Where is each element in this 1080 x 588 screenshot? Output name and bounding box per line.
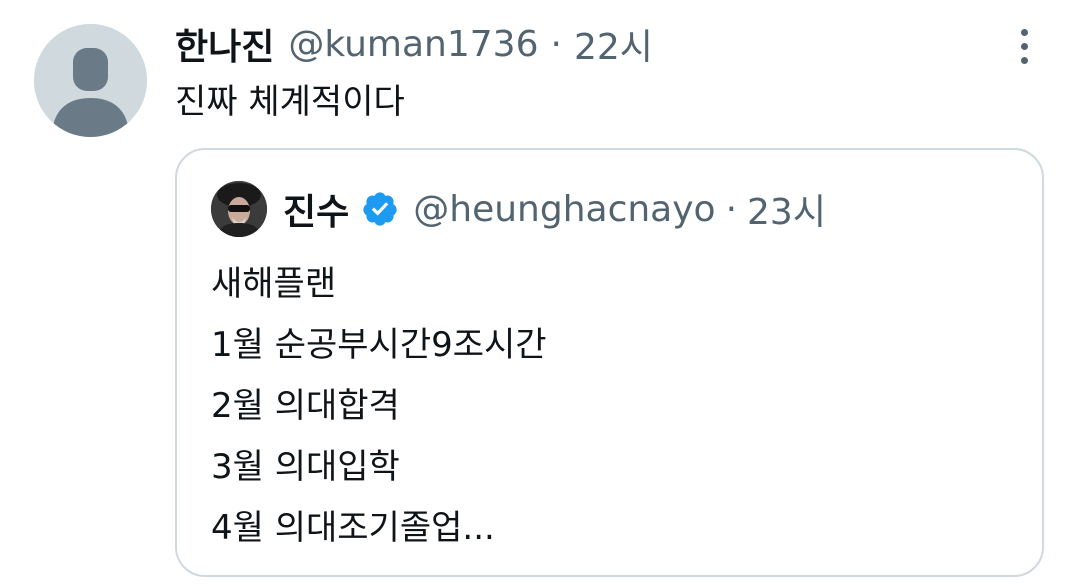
quoted-text-line: 2월 의대합격 xyxy=(211,386,400,426)
quoted-text-line: 3월 의대입학 xyxy=(211,447,400,487)
quoted-tweet-header: 진수 @heunghacnayo · 23시 xyxy=(283,184,826,234)
verified-badge-icon xyxy=(361,190,399,228)
quoted-tweet-timestamp[interactable]: 23시 xyxy=(747,183,826,235)
author-display-name[interactable]: 한나진 xyxy=(175,18,274,70)
quoted-author-avatar[interactable] xyxy=(211,181,267,237)
more-options-icon[interactable] xyxy=(1004,24,1044,68)
tweet-header: 한나진 @kuman1736 · 22시 xyxy=(175,18,653,70)
separator-dot: · xyxy=(725,188,738,230)
more-dot xyxy=(1020,28,1028,36)
quoted-author-display-name[interactable]: 진수 xyxy=(283,183,349,235)
quoted-text-line: 새해플랜 xyxy=(211,264,337,304)
tweet-text: 진짜 체계적이다 xyxy=(175,82,405,122)
quoted-text-line: 4월 의대조기졸업... xyxy=(211,508,495,548)
more-dot xyxy=(1020,56,1028,64)
default-profile-icon xyxy=(34,24,147,137)
quoted-author-handle[interactable]: @heunghacnayo xyxy=(413,189,715,230)
tweet-timestamp[interactable]: 22시 xyxy=(574,18,653,70)
author-avatar[interactable] xyxy=(34,24,147,137)
separator-dot: · xyxy=(550,23,562,65)
author-handle[interactable]: @kuman1736 xyxy=(288,24,538,65)
profile-photo-icon xyxy=(211,181,267,237)
quoted-tweet-card[interactable]: 진수 @heunghacnayo · 23시 새해플랜 1월 순공부시간9조시간… xyxy=(175,148,1044,577)
more-dot xyxy=(1020,42,1028,50)
quoted-text-line: 1월 순공부시간9조시간 xyxy=(211,325,547,365)
quoted-tweet-text: 새해플랜 1월 순공부시간9조시간 2월 의대합격 3월 의대입학 4월 의대조… xyxy=(211,254,547,559)
